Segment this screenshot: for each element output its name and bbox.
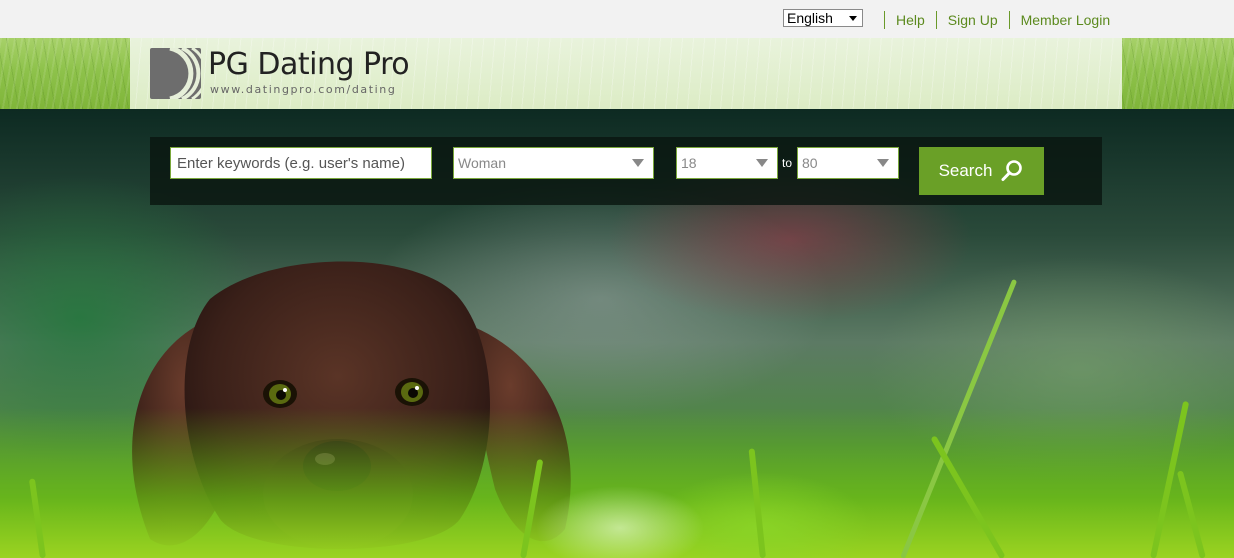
logo-icon[interactable] [150, 48, 201, 99]
gender-select-value: Woman [458, 155, 506, 171]
keywords-input[interactable] [170, 147, 432, 179]
logo-title: PG Dating Pro [208, 47, 410, 82]
logo-panel: PG Dating Pro www.datingpro.com/dating [130, 38, 1122, 109]
top-bar: English Help Sign Up Member Login [0, 0, 1234, 38]
age-from-select[interactable]: 18 [676, 147, 778, 179]
grass-foreground [0, 408, 1234, 558]
language-select[interactable]: English [783, 9, 863, 27]
logo-subtitle: www.datingpro.com/dating [210, 83, 397, 96]
age-from-value: 18 [681, 155, 697, 171]
chevron-down-icon [632, 159, 644, 167]
top-links: Help Sign Up Member Login [884, 11, 1121, 29]
age-range-to-label: to [782, 156, 793, 170]
help-link[interactable]: Help [884, 11, 936, 29]
chevron-down-icon [756, 159, 768, 167]
age-to-value: 80 [802, 155, 818, 171]
member-login-link[interactable]: Member Login [1008, 11, 1122, 29]
search-icon [1001, 160, 1023, 181]
gender-select[interactable]: Woman [453, 147, 654, 179]
header-band: PG Dating Pro www.datingpro.com/dating [0, 38, 1234, 109]
sign-up-link[interactable]: Sign Up [935, 11, 1009, 29]
search-button-label: Search [938, 161, 993, 180]
age-to-select[interactable]: 80 [797, 147, 899, 179]
language-select-value: English [787, 10, 833, 26]
chevron-down-icon [877, 159, 889, 167]
search-button[interactable]: Search [919, 147, 1044, 195]
search-bar: Woman 18 to 80 Search [150, 137, 1102, 205]
chevron-down-icon [849, 16, 857, 21]
